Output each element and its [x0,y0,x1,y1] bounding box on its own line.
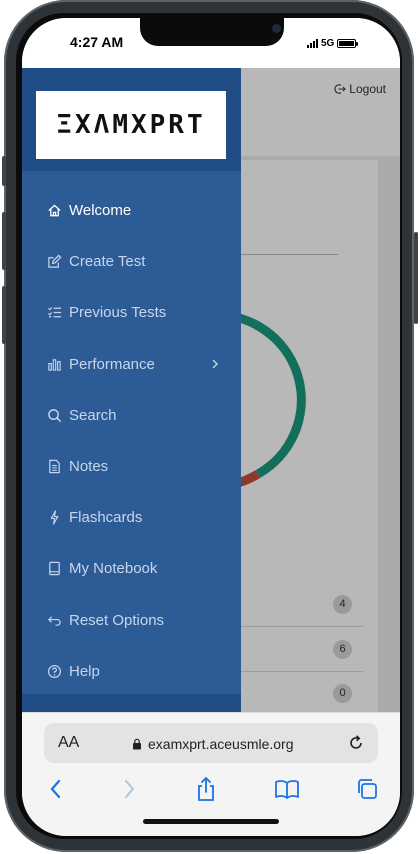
sidebar-item-reset-options[interactable]: Reset Options [22,595,241,646]
sidebar-item-label: Help [69,662,100,680]
chevron-right-icon [212,359,218,369]
sidebar-item-welcome[interactable]: Welcome [22,185,241,236]
help-icon [46,663,62,679]
forward-button[interactable] [115,775,143,803]
sidebar-item-search[interactable]: Search [22,390,241,441]
address-bar[interactable]: AA examxprt.aceusmle.org [44,723,378,763]
search-icon [46,407,62,423]
home-indicator[interactable] [143,819,279,824]
lock-icon [133,738,141,750]
sidebar-header: ΞXΛMXPRT [22,68,241,171]
sidebar-footer [22,694,241,712]
sidebar-nav: Welcome Create Test Previous Tests Perfo… [22,185,241,697]
chevron-right-icon [124,779,135,799]
sidebar-item-help[interactable]: Help [22,646,241,697]
sidebar-item-create-test[interactable]: Create Test [22,236,241,287]
chevron-left-icon [50,779,61,799]
sidebar-item-label: Performance [69,355,155,373]
tabs-button[interactable] [353,775,381,803]
undo-icon [46,612,62,628]
front-camera [272,24,281,33]
status-bar: 4:27 AM 5G [22,18,400,68]
sidebar-item-label: Welcome [69,202,132,220]
reload-icon[interactable] [346,733,366,753]
bar-chart-icon [46,356,62,372]
logo-text: ΞXΛMXPRT [56,110,206,140]
battery-icon [337,39,359,48]
volume-down-button [2,286,6,344]
edit-icon [46,254,62,270]
signal-icon [307,39,318,48]
lightning-icon [46,510,62,526]
back-button[interactable] [42,775,70,803]
sidebar-item-label: Flashcards [69,509,143,527]
notebook-icon [46,561,62,577]
mute-switch [2,156,6,186]
share-icon [198,776,214,801]
text-size-button[interactable]: AA [58,734,79,752]
sidebar-item-previous-tests[interactable]: Previous Tests [22,287,241,338]
tabs-icon [358,779,377,799]
sidebar-item-label: Search [69,406,117,424]
power-button [414,232,418,324]
sidebar-item-performance[interactable]: Performance [22,339,241,390]
status-indicators: 5G [307,38,359,49]
notch [140,18,284,46]
screen: 4:27 AM 5G Logout 4 6 0 ΞXΛMXPRT Welcome… [22,18,400,836]
home-icon [46,203,62,219]
network-type: 5G [321,38,335,49]
list-check-icon [46,305,62,321]
sidebar-item-label: Notes [69,458,109,476]
sidebar-item-notes[interactable]: Notes [22,441,241,492]
sidebar-item-label: Reset Options [69,611,165,629]
url-text: examxprt.aceusmle.org [148,736,294,752]
sidebar-item-my-notebook[interactable]: My Notebook [22,543,241,594]
book-icon [275,780,299,799]
share-button[interactable] [192,775,220,803]
browser-toolbar: AA examxprt.aceusmle.org [22,712,400,836]
sidebar-item-flashcards[interactable]: Flashcards [22,492,241,543]
url-display[interactable]: examxprt.aceusmle.org [132,736,294,752]
sidebar: ΞXΛMXPRT Welcome Create Test Previous Te… [22,68,241,712]
bookmarks-button[interactable] [273,775,301,803]
examxprt-logo[interactable]: ΞXΛMXPRT [36,91,226,159]
sidebar-item-label: My Notebook [69,560,158,578]
document-icon [46,459,62,475]
sidebar-item-label: Previous Tests [69,304,167,322]
sidebar-item-label: Create Test [69,253,146,271]
status-time: 4:27 AM [70,34,124,50]
volume-up-button [2,212,6,270]
